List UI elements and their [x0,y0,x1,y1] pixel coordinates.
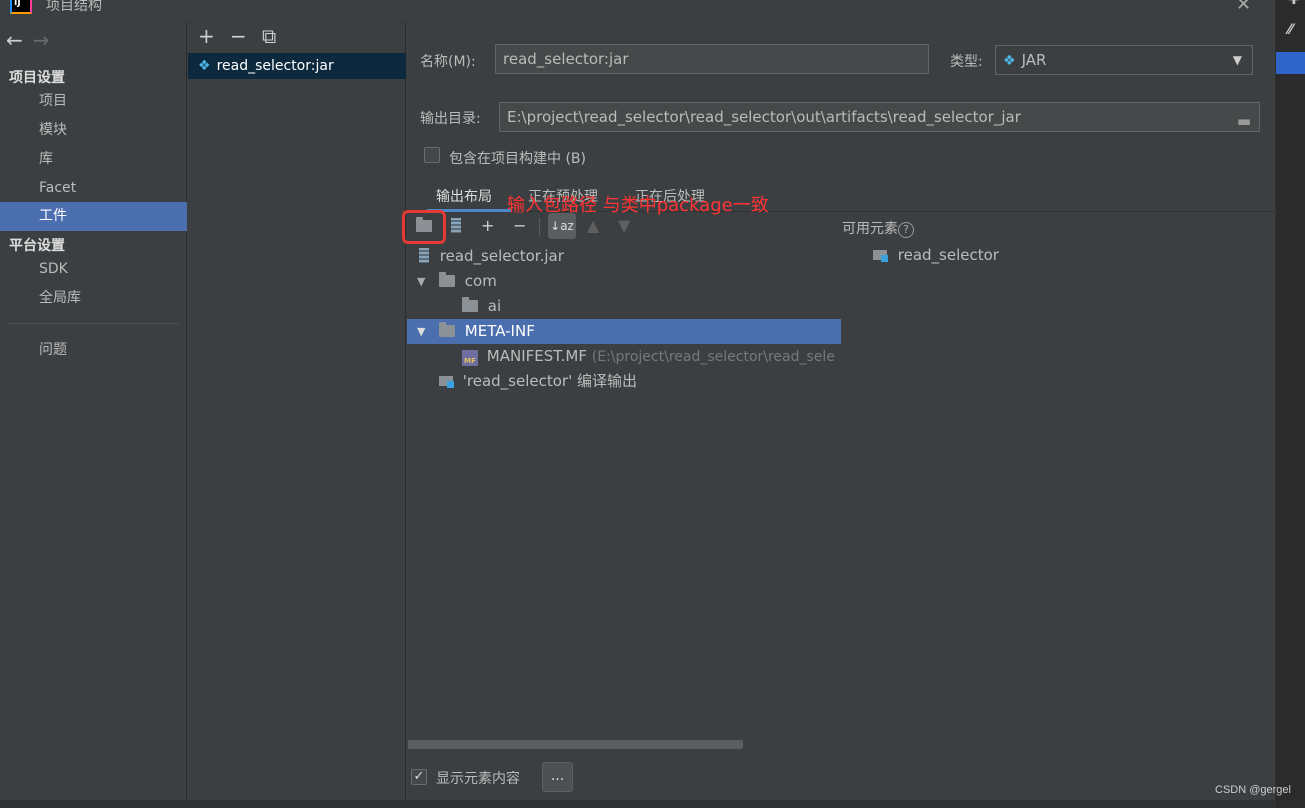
archive-icon [451,218,461,233]
tree-row-com[interactable]: ▼ com [407,269,841,294]
tab-output-layout[interactable]: 输出布局 [436,186,492,206]
window-title: 项目结构 [46,0,102,14]
forward-arrow-icon[interactable]: → [33,28,50,52]
move-up-icon[interactable]: ▲ [587,216,599,235]
back-arrow-icon[interactable]: ← [6,28,23,52]
type-value: JAR [1021,51,1047,69]
folder-plus-icon [416,217,432,232]
horizontal-scrollbar[interactable] [408,740,743,749]
include-in-build-label: 包含在项目构建中 (B) [449,151,586,167]
artifacts-panel: + − ⧉ ❖ read_selector:jar [188,22,406,800]
gear-icon[interactable]: ✚ [1288,0,1300,8]
sidebar-item-sdk[interactable]: SDK [0,255,187,284]
sidebar-item-facet[interactable]: Facet [0,174,187,203]
tree-label: read_selector.jar [439,247,564,265]
tree-label: ai [487,297,502,315]
create-archive-icon[interactable] [451,216,461,235]
settings-sidebar: ← → 项目设置 项目 模块 库 Facet 工件 平台设置 SDK 全局库 问题 [0,22,187,800]
available-element-item[interactable]: read_selector [873,246,999,264]
add-artifact-button[interactable]: + [198,24,230,48]
tree-label: META-INF [464,322,535,340]
output-layout-toolbar: + − ↓az ▲ ▼ [402,210,841,244]
chevron-down-icon: ▼ [1232,53,1242,67]
jar-type-icon: ❖ [1003,53,1016,69]
sidebar-item-problems[interactable]: 问题 [0,336,187,365]
show-content-label: 显示元素内容 [436,771,520,787]
artifact-settings: 名称(M): read_selector:jar 类型: ❖ JAR ▼ 输出目录… [402,22,1275,800]
section-platform-settings: 平台设置 [9,238,65,254]
output-dir-input[interactable]: E:\project\read_selector\read_selector\o… [499,102,1260,132]
name-input[interactable]: read_selector:jar [495,44,929,74]
selection-highlight [1276,52,1305,74]
manifest-path: (E:\project\read_selector\read_sele [591,349,835,365]
intellij-logo-icon: IJ [10,0,32,14]
folder-icon [439,322,455,337]
sidebar-item-artifacts[interactable]: 工件 [0,202,187,231]
sidebar-item-modules[interactable]: 模块 [0,116,187,145]
sort-alphabetically-icon[interactable]: ↓az [548,213,576,239]
tree-row-meta-inf[interactable]: ▼ META-INF [407,319,841,344]
output-dir-label: 输出目录: [420,111,481,127]
output-dir-value: E:\project\read_selector\read_selector\o… [507,108,1021,126]
type-select[interactable]: ❖ JAR ▼ [995,45,1253,75]
tree-row-manifest[interactable]: MF MANIFEST.MF (E:\project\read_selector… [407,344,841,369]
copy-artifact-button[interactable]: ⧉ [262,24,294,48]
watermark: CSDN @gergel [1215,784,1291,796]
nav-arrows: ← → [6,28,50,52]
show-content-checkbox[interactable]: ✓ [411,769,427,785]
add-element-button[interactable]: + [481,216,494,235]
tree-label: com [464,272,497,290]
tree-label: 'read_selector' 编译输出 [462,372,637,390]
chevron-down-icon[interactable]: ▼ [417,269,425,294]
sidebar-item-project[interactable]: 项目 [0,87,187,116]
window-bottom-edge [0,800,1275,808]
create-directory-icon[interactable] [416,216,432,235]
artifacts-toolbar: + − ⧉ [198,24,294,50]
module-output-icon [439,374,455,388]
sidebar-item-global-libraries[interactable]: 全局库 [0,284,187,313]
title-bar: IJ 项目结构 ✕ [0,0,1275,22]
sidebar-divider [9,323,179,324]
artifact-label: read_selector:jar [216,58,334,74]
code-icon[interactable]: ⁄⁄ [1288,22,1293,38]
tree-row-compile-output[interactable]: 'read_selector' 编译输出 [407,369,841,394]
type-label: 类型: [950,54,983,70]
right-tool-strip: ✚ ⁄⁄ [1275,0,1305,808]
help-icon[interactable]: ? [898,222,914,238]
tree-row-jar[interactable]: read_selector.jar [407,244,841,269]
sidebar-item-libraries[interactable]: 库 [0,145,187,174]
jar-icon [419,248,429,263]
module-icon [873,248,889,262]
available-elements-title: 可用元素? [842,218,914,238]
available-element-label: read_selector [897,246,999,264]
close-icon[interactable]: ✕ [1236,0,1251,15]
more-options-button[interactable]: ... [542,762,573,792]
folder-icon [462,297,478,312]
browse-folder-icon[interactable]: ▬ [1237,107,1251,135]
toolbar-separator [539,218,540,236]
manifest-icon: MF [462,350,478,366]
name-label: 名称(M): [420,54,476,70]
include-in-build-checkbox[interactable] [424,147,440,163]
move-down-icon[interactable]: ▼ [618,216,630,235]
chevron-down-icon[interactable]: ▼ [417,319,425,344]
section-project-settings: 项目设置 [9,70,65,86]
jar-artifact-icon: ❖ [198,58,211,74]
remove-artifact-button[interactable]: − [230,24,262,48]
tree-label: MANIFEST.MF [486,347,587,365]
folder-icon [439,272,455,287]
artifact-list-item[interactable]: ❖ read_selector:jar [188,53,406,79]
tree-row-ai[interactable]: ai [407,294,841,319]
remove-element-button[interactable]: − [513,216,526,235]
layout-footer: ✓ 显示元素内容 ... [407,762,1275,800]
